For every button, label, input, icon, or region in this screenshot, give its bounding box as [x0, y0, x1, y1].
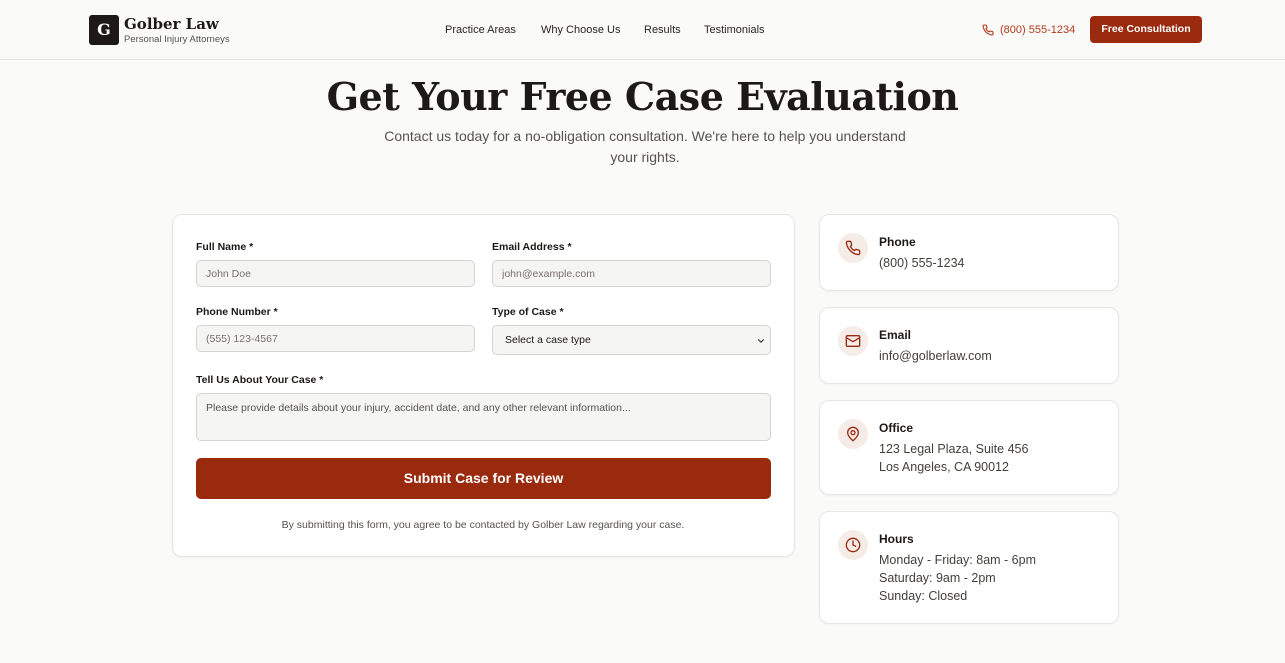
phone-icon — [982, 24, 994, 36]
contact-title-phone: Phone — [879, 235, 916, 249]
chevron-down-icon — [758, 339, 764, 343]
nav-testimonials[interactable]: Testimonials — [704, 22, 765, 38]
contact-email-address[interactable]: info@golberlaw.com — [879, 347, 992, 365]
contact-icon-badge — [838, 530, 868, 560]
case-type-selected-value: Select a case type — [505, 334, 591, 346]
site-header: G Golber Law Personal Injury Attorneys P… — [0, 0, 1285, 60]
case-type-label: Type of Case * — [492, 306, 564, 318]
hours-sunday: Sunday: Closed — [879, 589, 968, 603]
contact-card-office: Office 123 Legal Plaza, Suite 456 Los An… — [819, 400, 1119, 495]
page-subtitle: Contact us today for a no-obligation con… — [384, 128, 906, 165]
clock-icon — [845, 537, 861, 553]
contact-title-office: Office — [879, 421, 914, 435]
contact-icon-badge — [838, 326, 868, 356]
office-address-line-1: 123 Legal Plaza, Suite 456 — [879, 442, 1029, 456]
case-evaluation-form: Full Name * Email Address * Phone Number… — [172, 214, 795, 557]
form-disclaimer: By submitting this form, you agree to be… — [281, 519, 685, 531]
contact-card-email: Email info@golberlaw.com — [819, 307, 1119, 384]
case-details-label: Tell Us About Your Case * — [196, 374, 324, 386]
contact-title-email: Email — [879, 328, 912, 342]
phone-number-label: Phone Number * — [196, 306, 278, 318]
full-name-input[interactable] — [196, 260, 475, 287]
contact-card-phone: Phone (800) 555-1234 — [819, 214, 1119, 291]
contact-icon-badge — [838, 419, 868, 449]
page-title: Get Your Free Case Evaluation — [326, 74, 959, 119]
phone-icon — [845, 240, 861, 256]
contact-title-hours: Hours — [879, 532, 914, 546]
submit-case-button[interactable]: Submit Case for Review — [196, 458, 771, 499]
contact-card-hours: Hours Monday - Friday: 8am - 6pm Saturda… — [819, 511, 1119, 624]
hours-saturday: Saturday: 9am - 2pm — [879, 571, 996, 585]
hours-weekdays: Monday - Friday: 8am - 6pm — [879, 553, 1036, 567]
email-label: Email Address * — [492, 241, 572, 253]
full-name-label: Full Name * — [196, 241, 254, 253]
contact-phone-number[interactable]: (800) 555-1234 — [879, 254, 964, 272]
nav-practice-areas[interactable]: Practice Areas — [445, 22, 516, 38]
mail-icon — [845, 335, 861, 347]
free-consultation-button[interactable]: Free Consultation — [1090, 16, 1202, 43]
nav-why-choose-us[interactable]: Why Choose Us — [541, 22, 620, 38]
nav-results[interactable]: Results — [644, 22, 681, 38]
map-pin-icon — [847, 426, 859, 442]
contact-icon-badge — [838, 233, 868, 263]
header-phone-number: (800) 555-1234 — [1000, 24, 1076, 36]
case-details-textarea[interactable] — [196, 393, 771, 441]
email-input[interactable] — [492, 260, 771, 287]
case-type-select[interactable]: Select a case type — [492, 325, 771, 355]
office-address-line-2: Los Angeles, CA 90012 — [879, 460, 1009, 474]
phone-number-input[interactable] — [196, 325, 475, 352]
